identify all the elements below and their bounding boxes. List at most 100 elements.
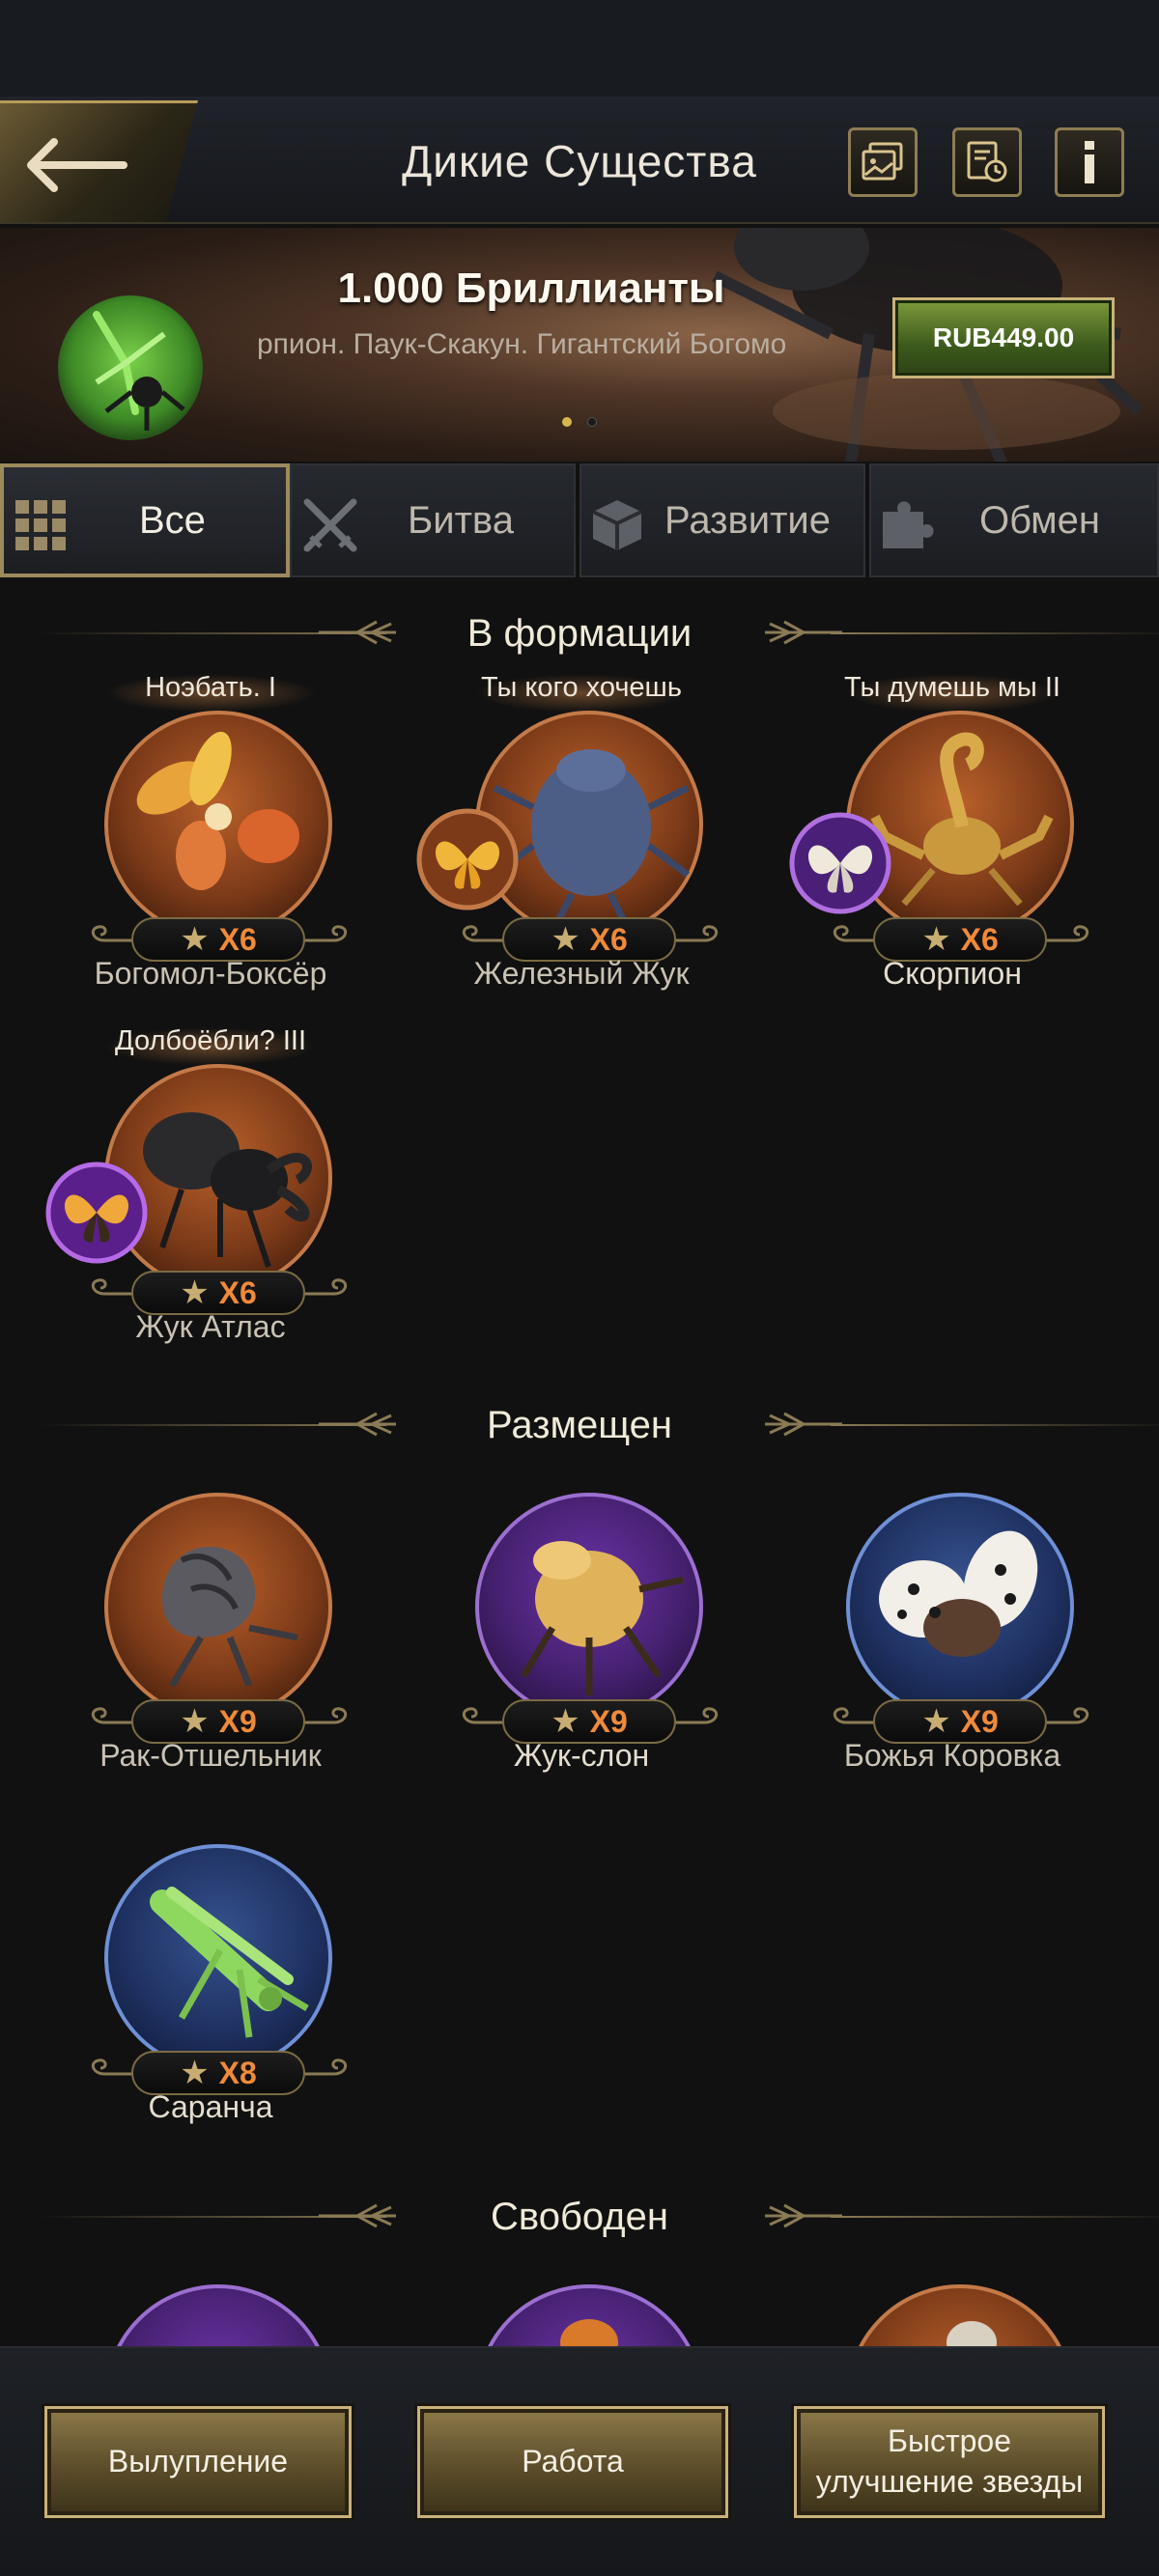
puzzle-icon [883,501,934,548]
creature-card-locust[interactable]: ★ X8 Саранча [66,1806,355,2134]
bottom-action-bar: Вылупление Работа Быстрое улучшение звез… [0,2346,1159,2576]
divider-line [831,1424,1159,1426]
star-multiplier: X6 [589,921,628,957]
locust-icon [150,1887,309,2038]
grid-icon [15,500,66,550]
section-free-header: Свободен [0,2188,1159,2246]
hermit-crab-icon [162,1547,298,1688]
creature-tag: Ноэбать. I [145,672,276,703]
elephant-beetle-icon [520,1541,684,1695]
creature-tag: Долбоёбли? III [114,1025,307,1056]
leaf-ornament-icon [765,620,842,645]
price-button[interactable]: RUB449.00 [892,297,1115,378]
tab-exchange[interactable]: Обмен [869,463,1159,577]
tab-bar: Все Битва Развитие Обмен [0,463,1159,577]
star-multiplier: X9 [960,1703,999,1739]
star-multiplier: X6 [218,1274,257,1310]
divider-line [831,2216,1159,2218]
scroll-ornament [301,1274,353,1313]
quick-upgrade-button[interactable]: Быстрое улучшение звезды [794,2406,1105,2518]
creature-card-atlas-beetle[interactable]: Долбоёбли? III ★ X6 Жук Атлас [45,1025,355,1354]
banner-subtitle: рпион. Паук-Скакун. Гигантский Богомо [257,328,787,360]
creature-card-scorpion[interactable]: Ты думешь мы II ★ X6 Скорпион [789,672,1097,1000]
creature-card-mantis-boxer[interactable]: Ноэбать. I ★ X6 Богомол-Боксёр [66,672,355,1000]
creature-name: Богомол-Боксёр [94,956,327,991]
butterfly-badge-icon [789,812,891,914]
crossed-swords-icon [303,498,357,552]
section-placed-header: Размещен [0,1396,1159,1454]
gallery-button[interactable] [848,127,918,197]
star-multiplier: X6 [960,921,999,957]
scroll-ornament [456,1703,508,1742]
scroll-ornament [1043,1703,1095,1742]
ladybug-icon [879,1530,1038,1657]
scroll-ornament [827,1703,879,1742]
scroll-ornament [85,2055,137,2093]
creature-card-hermit-crab[interactable]: ★ X9 Рак-Отшельник [66,1454,355,1782]
creature-name: Жук-слон [513,1738,650,1773]
creature-tag: Ты кого хочешь [481,672,682,703]
star-multiplier: X8 [218,2055,257,2090]
pager-dot[interactable] [587,417,597,427]
info-icon [1085,141,1094,183]
pager-dot-active[interactable] [562,417,572,427]
butterfly-badge-icon [416,808,519,910]
star-icon: ★ [921,921,951,958]
star-multiplier: X9 [218,1703,257,1739]
mantis-avatar [58,295,203,440]
back-arrow-icon [27,138,127,192]
info-button[interactable] [1055,127,1124,197]
leaf-ornament-icon [765,1412,842,1437]
creature-name: Железный Жук [473,956,690,991]
creature-tag: Ты думешь мы II [844,672,1060,703]
star-multiplier: X9 [589,1703,628,1739]
scroll-ornament [1043,921,1095,960]
star-icon: ★ [921,1703,951,1740]
history-icon [967,141,1007,182]
scroll-ornament [85,1703,137,1742]
cube-icon [592,500,642,550]
tab-battle-label: Битва [408,498,514,542]
leaf-ornament-icon [765,2203,842,2228]
star-icon: ★ [180,2055,210,2091]
work-button[interactable]: Работа [417,2406,728,2518]
section-formation-header: В формации [0,604,1159,662]
tab-all[interactable]: Все [0,463,290,577]
star-icon: ★ [180,1703,210,1740]
tab-development-label: Развитие [664,498,831,542]
star-icon: ★ [180,921,210,958]
tab-all-label: Все [139,498,206,542]
scroll-ornament [301,2055,353,2093]
scroll-ornament [85,921,137,960]
history-button[interactable] [952,127,1022,197]
tab-battle[interactable]: Битва [290,463,576,577]
tab-exchange-label: Обмен [979,498,1100,542]
creature-name: Рак-Отшельник [99,1738,322,1773]
back-button[interactable] [0,100,198,222]
creature-name: Божья Коровка [843,1738,1061,1773]
gallery-icon [862,142,903,181]
scroll-ornament [827,921,879,960]
hatch-button[interactable]: Вылупление [44,2406,352,2518]
tab-development[interactable]: Развитие [580,463,865,577]
creature-card-iron-beetle[interactable]: Ты кого хочешь ★ X6 Железный Жук [416,672,726,1000]
scroll-ornament [672,1703,724,1742]
header: Дикие Существа [0,97,1159,224]
butterfly-badge-icon [45,1162,148,1264]
creature-card-ladybug[interactable]: ★ X9 Божья Коровка [807,1454,1097,1782]
star-multiplier: X6 [218,921,257,957]
star-icon: ★ [551,921,580,958]
star-icon: ★ [180,1274,210,1311]
creature-card-elephant-beetle[interactable]: ★ X9 Жук-слон [437,1454,726,1782]
star-icon: ★ [551,1703,580,1740]
promo-banner[interactable]: 1.000 Бриллианты рпион. Паук-Скакун. Гиг… [0,228,1159,462]
atlas-beetle-icon [143,1112,312,1268]
banner-title: 1.000 Бриллианты [337,265,725,312]
scroll-ornament [85,1274,137,1313]
creature-name: Жук Атлас [135,1309,286,1344]
scroll-ornament [672,921,724,960]
scroll-ornament [456,921,508,960]
page-title: Дикие Существа [402,136,757,186]
scroll-ornament [301,921,353,960]
status-bar [0,0,1159,97]
